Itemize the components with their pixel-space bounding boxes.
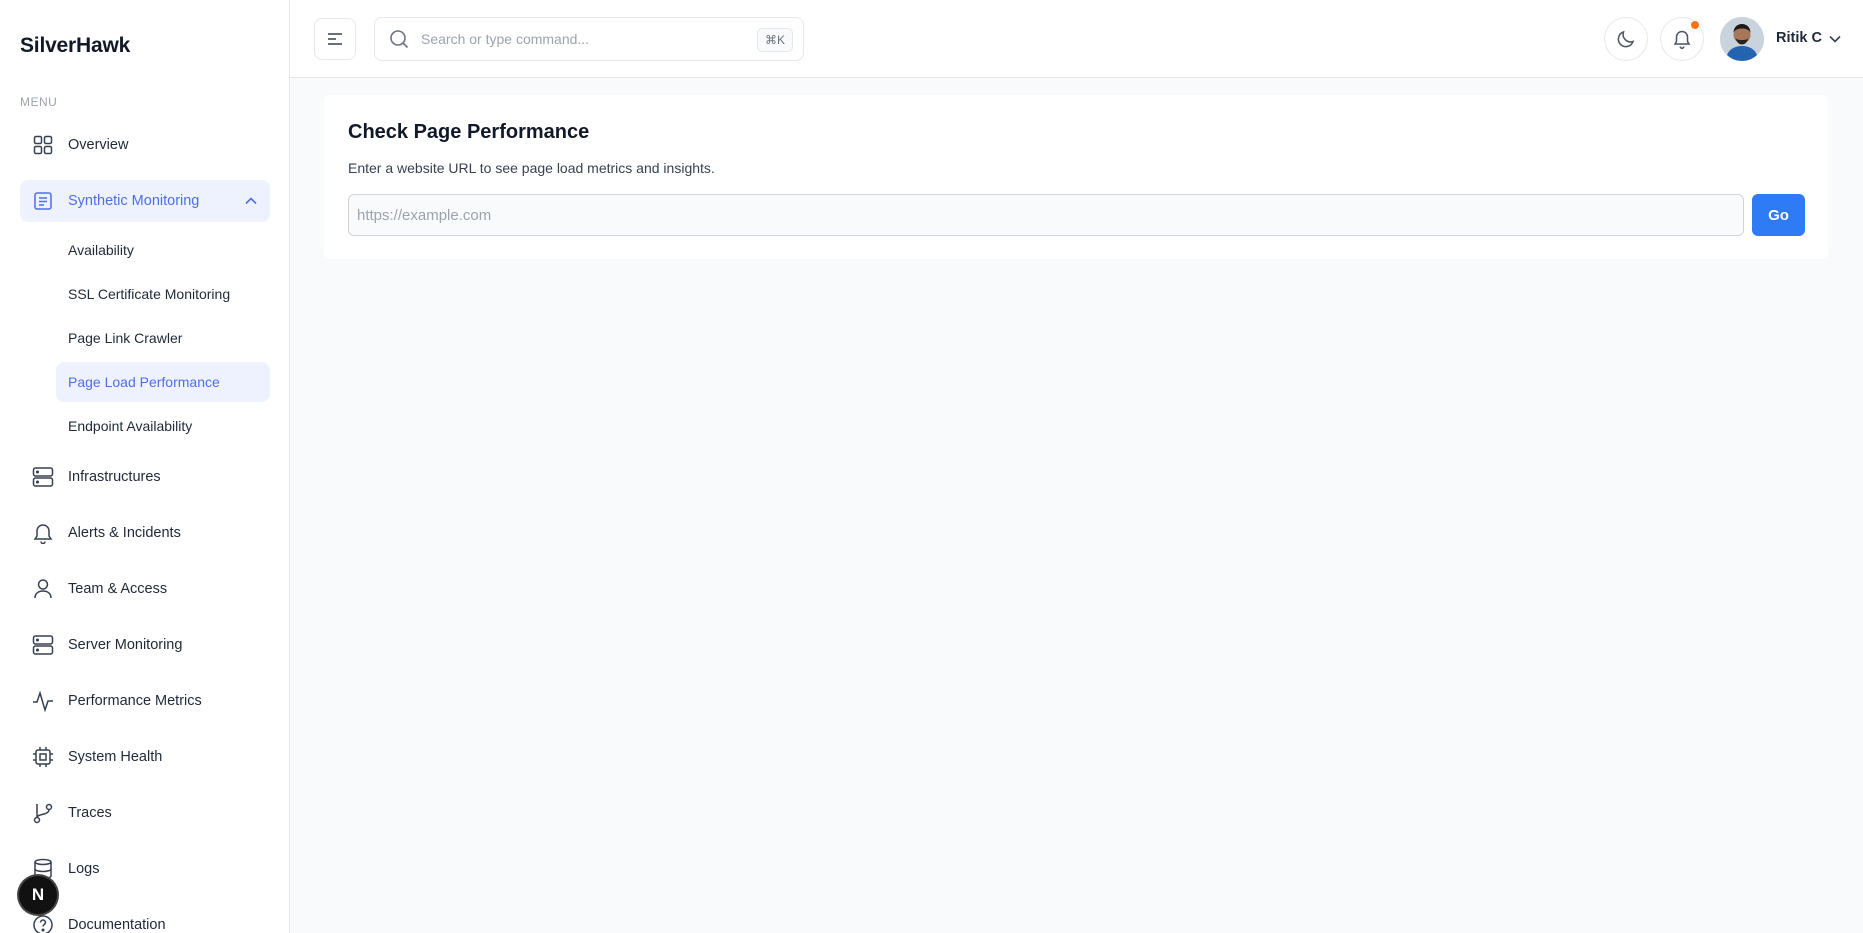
document-icon (32, 190, 54, 212)
sidebar-item-infrastructures[interactable]: Infrastructures (20, 456, 270, 498)
user-name[interactable]: Ritik C (1776, 30, 1822, 46)
sidebar-item-traces[interactable]: Traces (20, 792, 270, 834)
sidebar-item-overview[interactable]: Overview (20, 124, 270, 166)
menu-section-label: MENU (20, 95, 58, 109)
sidebar-item-synthetic-monitoring[interactable]: Synthetic Monitoring (20, 180, 270, 222)
url-input[interactable] (348, 194, 1744, 236)
sidebar-nav: Overview Synthetic Monitoring Availabili… (20, 124, 270, 933)
sidebar-item-label: Logs (68, 861, 100, 877)
search-input[interactable] (421, 31, 751, 47)
sidebar-item-label: Infrastructures (68, 469, 161, 485)
submenu-item-availability[interactable]: Availability (56, 230, 270, 270)
page-title: Check Page Performance (348, 121, 590, 143)
sidebar-item-label: Overview (68, 137, 129, 153)
page-description: Enter a website URL to see page load met… (348, 160, 715, 176)
server-icon (32, 634, 54, 656)
sidebar-item-label: Team & Access (68, 581, 168, 597)
notifications-button[interactable] (1660, 17, 1704, 61)
help-circle-icon (32, 914, 54, 933)
menu-toggle-button[interactable] (314, 18, 356, 60)
sidebar-item-system-health[interactable]: System Health (20, 736, 270, 778)
sidebar-item-label: Traces (68, 805, 112, 821)
search-box[interactable]: ⌘K (374, 17, 804, 61)
moon-icon (1616, 29, 1636, 49)
sidebar-item-performance-metrics[interactable]: Performance Metrics (20, 680, 270, 722)
sidebar: SilverHawk MENU Overview Synthetic Monit… (0, 0, 290, 933)
search-shortcut-badge: ⌘K (756, 28, 793, 52)
submenu-item-page-link-crawler[interactable]: Page Link Crawler (56, 318, 270, 358)
submenu-item-endpoint-availability[interactable]: Endpoint Availability (56, 406, 270, 446)
grid-icon (32, 134, 54, 156)
theme-toggle-button[interactable] (1604, 17, 1648, 61)
go-button[interactable]: Go (1752, 194, 1805, 236)
search-icon (389, 29, 409, 49)
page-performance-card: Check Page Performance Enter a website U… (324, 95, 1828, 259)
sidebar-item-label: Documentation (68, 917, 166, 933)
activity-icon (32, 690, 54, 712)
bell-icon (32, 522, 54, 544)
sidebar-item-alerts[interactable]: Alerts & Incidents (20, 512, 270, 554)
menu-icon (327, 32, 343, 46)
user-icon (32, 578, 54, 600)
sidebar-item-team-access[interactable]: Team & Access (20, 568, 270, 610)
top-header: ⌘K Ritik C (290, 0, 1863, 78)
sidebar-item-documentation[interactable]: Documentation (20, 904, 270, 933)
synthetic-submenu: Availability SSL Certificate Monitoring … (20, 230, 270, 446)
submenu-item-page-load-performance[interactable]: Page Load Performance (56, 362, 270, 402)
cpu-icon (32, 746, 54, 768)
sidebar-item-logs[interactable]: Logs (20, 848, 270, 890)
submenu-item-ssl-certificate[interactable]: SSL Certificate Monitoring (56, 274, 270, 314)
sidebar-item-label: Alerts & Incidents (68, 525, 181, 541)
sidebar-item-label: Performance Metrics (68, 693, 202, 709)
brand-logo[interactable]: SilverHawk (20, 34, 130, 58)
sidebar-item-server-monitoring[interactable]: Server Monitoring (20, 624, 270, 666)
notification-dot (1691, 21, 1699, 29)
chevron-up-icon[interactable] (244, 194, 258, 208)
git-branch-icon (32, 802, 54, 824)
server-icon (32, 466, 54, 488)
chevron-down-icon[interactable] (1828, 32, 1842, 46)
sidebar-item-label: Synthetic Monitoring (68, 193, 200, 209)
dev-tools-badge[interactable]: N (19, 876, 57, 914)
bell-icon (1673, 29, 1691, 49)
avatar[interactable] (1720, 17, 1764, 61)
sidebar-item-label: Server Monitoring (68, 637, 183, 653)
sidebar-item-label: System Health (68, 749, 163, 765)
